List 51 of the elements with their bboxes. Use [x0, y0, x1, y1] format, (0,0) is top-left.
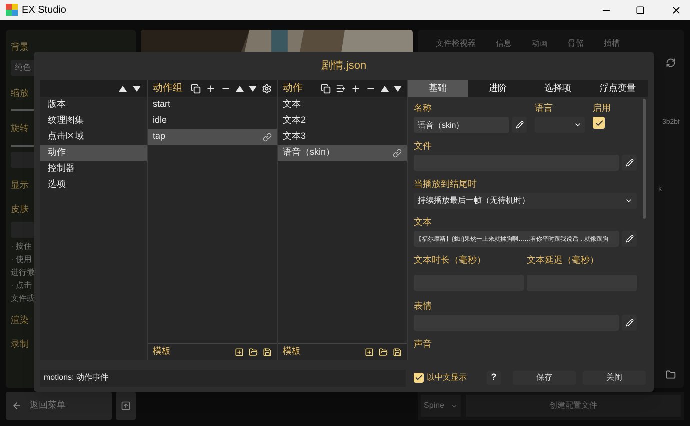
template-label: 模板	[153, 345, 171, 358]
category-item[interactable]: 点击区域	[40, 129, 147, 145]
save-button[interactable]: 保存	[513, 371, 576, 385]
column-title: 动作组	[153, 82, 183, 96]
field-label: 启用	[593, 103, 611, 114]
section-heading: 旋转	[11, 122, 29, 135]
field-label: 文本时长（毫秒）	[414, 255, 487, 266]
list-item[interactable]: 文本	[278, 97, 407, 113]
hint-text: · 按住	[11, 240, 32, 252]
hint-text: · 使用	[11, 254, 32, 266]
section-heading: 录制	[11, 338, 29, 351]
field-label: 文件	[414, 141, 433, 152]
input-field[interactable]: 语音（skin）	[414, 117, 509, 133]
list-item[interactable]: start	[148, 97, 277, 113]
status-bar: motions: 动作事件	[40, 370, 406, 386]
field-label: 文本	[414, 217, 433, 228]
field-label: 文本延迟（毫秒）	[527, 255, 600, 266]
field-label: 名称	[414, 103, 433, 114]
tab[interactable]: 进阶	[468, 80, 528, 97]
dialog-title: 剧情.json	[321, 58, 367, 74]
field-label: 表情	[414, 301, 433, 312]
list-item[interactable]: 文本2	[278, 113, 407, 129]
field-label: 当播放到结尾时	[414, 179, 478, 190]
section-heading: 背景	[11, 41, 29, 54]
category-item[interactable]: 控制器	[40, 161, 147, 177]
hint-text: · 点击	[11, 280, 32, 292]
field-label: 语言	[535, 103, 554, 114]
checkbox-label: 以中文显示	[427, 372, 467, 384]
hint-text: 进行微	[11, 266, 35, 278]
tab[interactable]: 基础	[408, 80, 468, 97]
section-heading: 渲染	[11, 314, 29, 326]
category-item[interactable]: 版本	[40, 97, 147, 113]
tab[interactable]: 选择项	[528, 80, 588, 97]
section-heading: 皮肤	[11, 203, 29, 216]
list-item[interactable]: 文本3	[278, 129, 407, 145]
list-item[interactable]: tap	[148, 129, 277, 145]
section-heading: 缩放	[11, 86, 29, 100]
list-item[interactable]: idle	[148, 113, 277, 129]
template-label: 模板	[283, 345, 301, 358]
column-title: 动作	[283, 82, 303, 96]
close-button[interactable]: 关闭	[583, 371, 646, 385]
tab[interactable]: 浮点变量	[588, 80, 648, 97]
category-item[interactable]: 纹理图集	[40, 113, 147, 129]
category-item[interactable]: 动作	[40, 145, 147, 161]
category-item[interactable]: 选项	[40, 177, 147, 193]
help-button[interactable]: ?	[487, 371, 501, 385]
field-label: 声音	[414, 339, 433, 350]
window-title: EX Studio	[22, 4, 66, 18]
section-heading: 显示	[11, 178, 29, 192]
list-item[interactable]: 语音（skin）	[278, 145, 407, 161]
end-behavior-select[interactable]: 持续播放最后一帧（无待机时）	[414, 193, 637, 209]
